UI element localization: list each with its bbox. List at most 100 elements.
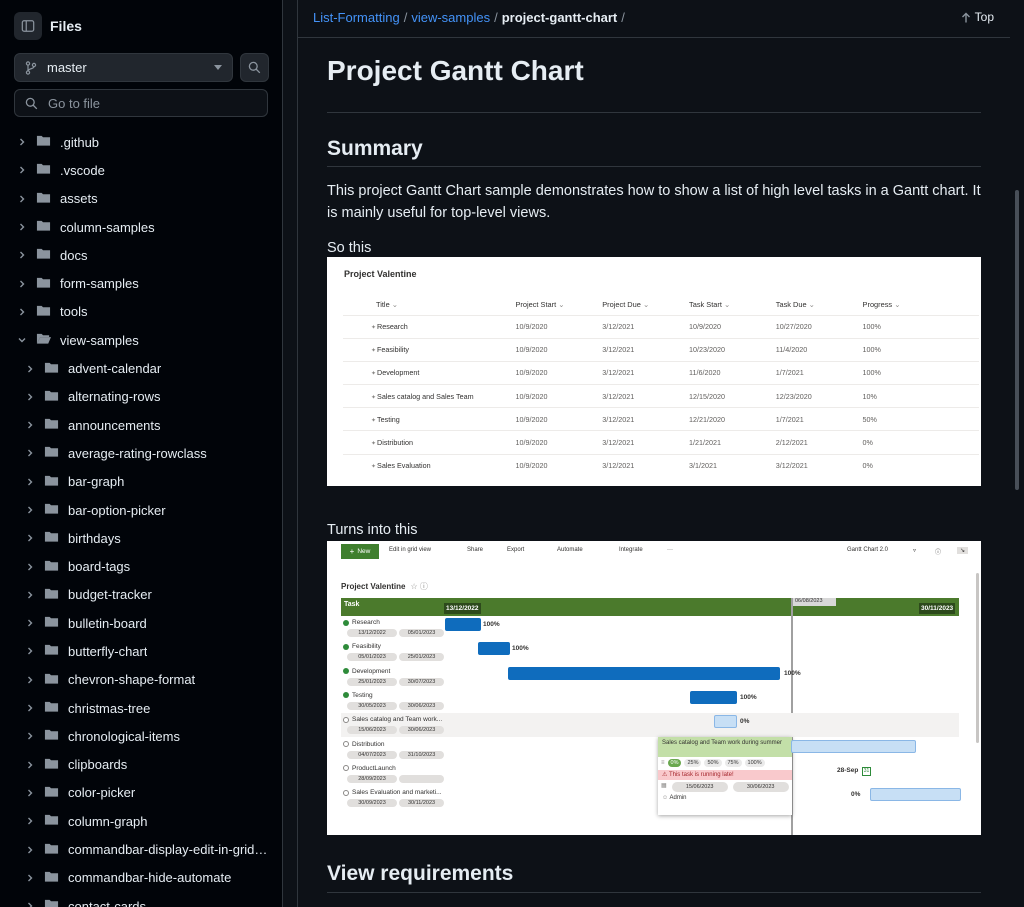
gantt-row: Sales catalog and Team work... 15/06/2023… <box>341 713 959 738</box>
task-start-pill: 04/07/2023 <box>347 750 397 759</box>
tree-item[interactable]: budget-tracker <box>0 581 282 609</box>
page-scrollbar[interactable] <box>1010 0 1024 907</box>
new-item-icon: ✦ <box>371 464 377 471</box>
column-header: Project Start ⌄ <box>515 300 565 310</box>
calendar-icon: ▦ <box>661 783 667 789</box>
task-start-pill: 28/09/2023 <box>347 774 397 783</box>
tree-item[interactable]: color-picker <box>0 779 282 807</box>
top-label: Top <box>974 10 994 24</box>
check-circle-icon <box>343 668 349 675</box>
new-label: New <box>357 548 371 555</box>
tree-item-label: form-samples <box>60 276 139 292</box>
task-name: Distribution <box>343 741 385 748</box>
tree-item[interactable]: form-samples <box>0 269 282 297</box>
filter-icon: ▿ <box>913 548 917 554</box>
table-cell: 10/9/2020 <box>689 314 776 339</box>
tree-item-label: view-samples <box>60 332 139 348</box>
list-table: Title ⌄ Project Start ⌄ Project Due ⌄ Task … <box>343 295 979 478</box>
tree-item[interactable]: advent-calendar <box>0 354 282 382</box>
tree-item[interactable]: column-graph <box>0 807 282 835</box>
tree-item[interactable]: birthdays <box>0 524 282 552</box>
summary-heading: Summary <box>327 137 981 167</box>
table-cell: 12/23/2020 <box>775 384 863 408</box>
table-cell: 12/21/2020 <box>689 407 776 431</box>
collapse-sidebar-button[interactable] <box>14 12 42 40</box>
tree-item[interactable]: bulletin-board <box>0 609 282 637</box>
table-cell: ✦Distribution <box>343 430 516 455</box>
tree-item[interactable]: tools <box>0 298 282 326</box>
chevron-right-icon <box>16 250 28 260</box>
folder-icon <box>36 247 51 263</box>
task-bar <box>791 739 916 753</box>
arrow-up-icon <box>961 12 970 22</box>
task-name: Research <box>343 619 380 626</box>
edit-grid-command: Edit in grid view <box>389 547 432 553</box>
back-to-top-button[interactable]: Top <box>961 10 994 24</box>
tree-item[interactable]: chronological-items <box>0 722 282 750</box>
column-header: Project Due ⌄ <box>602 300 650 310</box>
circle-icon <box>343 765 349 772</box>
task-end-pill: 30/11/2023 <box>399 799 444 808</box>
tree-item[interactable]: announcements <box>0 411 282 439</box>
tree-item[interactable]: board-tags <box>0 552 282 580</box>
tree-item[interactable]: commandbar-hide-automate <box>0 864 282 892</box>
gantt-row: Sales Evaluation and marketi... 30/09/202… <box>341 786 959 810</box>
folder-icon <box>36 134 51 150</box>
late-warning: ⚠ This task is running late! <box>658 770 792 780</box>
tree-item-label: board-tags <box>68 559 131 575</box>
go-to-file-input[interactable]: Go to file <box>14 89 268 117</box>
chevron-right-icon <box>24 505 36 515</box>
tree-item[interactable]: alternating-rows <box>0 383 282 411</box>
tree-item-label: birthdays <box>68 530 121 546</box>
tree-item[interactable]: .github <box>0 128 282 156</box>
task-end-pill: 30/07/2023 <box>399 677 444 686</box>
chevron-right-icon <box>24 731 36 741</box>
tree-item[interactable]: bar-graph <box>0 468 282 496</box>
tree-item[interactable]: clipboards <box>0 751 282 779</box>
chevron-right-icon <box>24 618 36 628</box>
more-command: ··· <box>667 547 673 553</box>
check-circle-icon <box>343 619 349 626</box>
tree-item[interactable]: docs <box>0 241 282 269</box>
file-tree-sidebar: Files master Go to file .github .vscode as… <box>0 0 283 907</box>
tree-item-label: bar-graph <box>68 474 125 490</box>
chevron-right-icon <box>24 675 36 685</box>
tree-item[interactable]: contact-cards <box>0 892 282 907</box>
share-command: Share <box>467 547 484 553</box>
branch-selector[interactable]: master <box>14 53 233 82</box>
tree-item[interactable]: commandbar-display-edit-in-gridv... <box>0 835 282 863</box>
search-files-button[interactable] <box>240 53 269 82</box>
tree-item[interactable]: .vscode <box>0 156 282 184</box>
table-cell: 3/12/2021 <box>602 407 690 431</box>
chevron-right-icon <box>24 646 36 656</box>
tree-item[interactable]: view-samples <box>0 326 282 354</box>
breadcrumb-root-link[interactable]: List-Formatting <box>313 10 400 25</box>
check-circle-icon <box>343 692 349 699</box>
scrollbar-thumb[interactable] <box>1015 190 1019 490</box>
tree-item[interactable]: christmas-tree <box>0 694 282 722</box>
breadcrumb-folder-link[interactable]: view-samples <box>411 10 490 25</box>
tree-item[interactable]: assets <box>0 185 282 213</box>
breadcrumb-current: project-gantt-chart <box>501 10 618 25</box>
tree-item-label: chronological-items <box>68 728 180 744</box>
folder-icon <box>44 502 59 518</box>
task-tooltip: Sales catalog and Team work during summe… <box>658 737 792 815</box>
chevron-right-icon <box>24 845 36 855</box>
tree-item[interactable]: column-samples <box>0 213 282 241</box>
chevron-right-icon <box>24 533 36 543</box>
chevron-right-icon <box>16 194 28 204</box>
tree-item[interactable]: bar-option-picker <box>0 496 282 524</box>
folder-icon <box>44 389 59 405</box>
readme-content: List-Formatting / view-samples / project-gan… <box>297 0 1010 907</box>
tree-item[interactable]: butterfly-chart <box>0 637 282 665</box>
sidebar-collapse-icon <box>21 20 35 32</box>
chevron-down-icon <box>214 65 222 70</box>
gantt-scrollbar <box>976 573 979 743</box>
tree-item[interactable]: average-rating-rowclass <box>0 439 282 467</box>
table-cell: 2/12/2021 <box>775 430 863 455</box>
tree-item-label: average-rating-rowclass <box>68 445 207 461</box>
calendar-icon: 31 <box>862 767 871 776</box>
table-cell: 50% <box>862 407 979 431</box>
tree-item[interactable]: chevron-shape-format <box>0 666 282 694</box>
circle-icon <box>343 741 349 747</box>
